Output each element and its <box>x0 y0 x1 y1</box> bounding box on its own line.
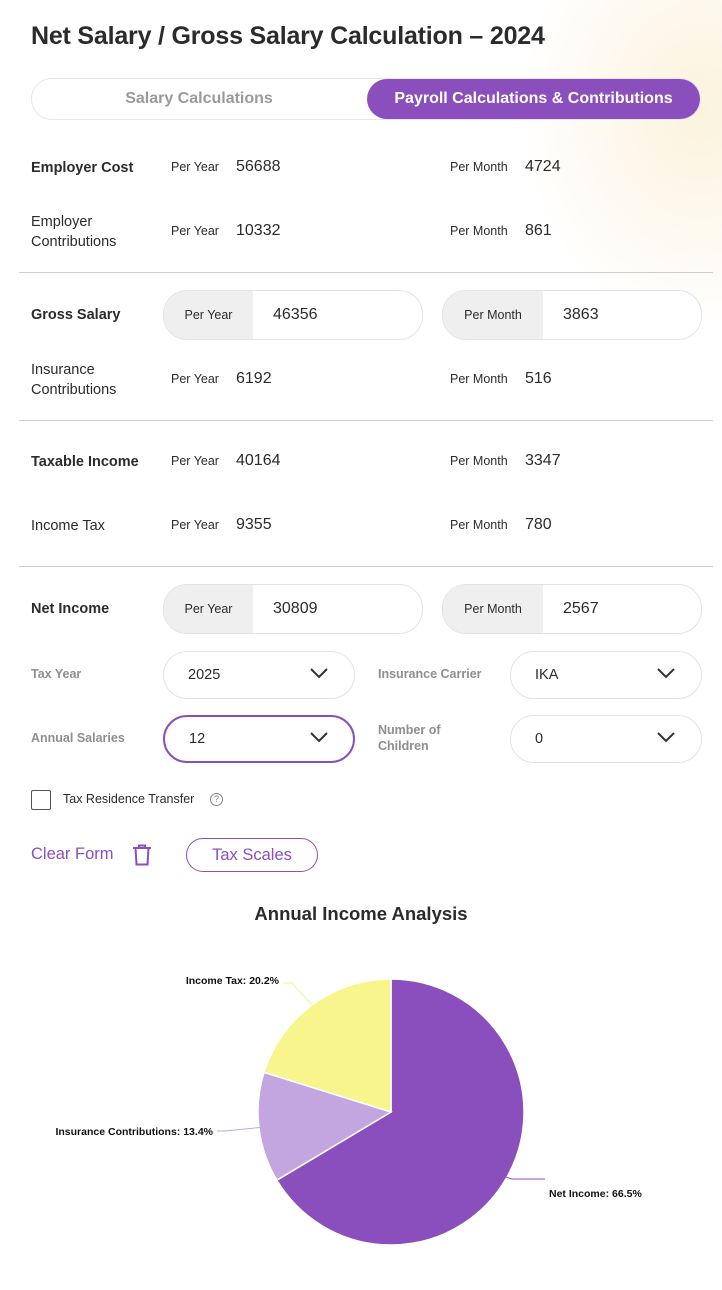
page-title: Net Salary / Gross Salary Calculation – … <box>31 22 545 50</box>
tab-payroll-calculations[interactable]: Payroll Calculations & Contributions <box>367 79 700 119</box>
employer-cost-label: Employer Cost <box>31 160 134 176</box>
insurance-carrier-select[interactable]: IKA <box>510 651 702 699</box>
pie-leader-line <box>283 982 314 1007</box>
employer-cost-year-value: 56688 <box>236 158 281 175</box>
insurance-contributions-label-line2: Contributions <box>31 382 117 398</box>
insurance-carrier-value: IKA <box>535 667 559 683</box>
number-of-children-label: Number of Children <box>378 722 441 754</box>
insurance-contributions-year-label: Per Year <box>171 372 219 386</box>
insurance-contributions-year-value: 6192 <box>236 370 272 387</box>
gross-salary-month-field[interactable]: Per Month 3863 <box>442 290 702 340</box>
tax-year-select[interactable]: 2025 <box>163 651 355 699</box>
gross-salary-year-label: Per Year <box>164 291 253 339</box>
number-of-children-label-line2: Children <box>378 739 429 753</box>
gross-salary-month-label: Per Month <box>443 291 543 339</box>
taxable-income-year-label: Per Year <box>171 454 219 468</box>
insurance-contributions-month-label: Per Month <box>450 372 508 386</box>
employer-contributions-year-label: Per Year <box>171 224 219 238</box>
section-divider <box>19 272 713 273</box>
chevron-down-icon <box>310 732 328 743</box>
chevron-down-icon <box>657 732 675 743</box>
gross-salary-year-field[interactable]: Per Year 46356 <box>163 290 423 340</box>
tax-year-label: Tax Year <box>31 667 82 681</box>
income-tax-year-value: 9355 <box>236 516 272 533</box>
pie-leader-line <box>504 1176 545 1180</box>
insurance-carrier-label: Insurance Carrier <box>378 667 482 681</box>
gross-salary-month-value[interactable]: 3863 <box>563 291 599 339</box>
tax-residence-checkbox[interactable] <box>31 790 51 810</box>
employer-contributions-year-value: 10332 <box>236 222 281 239</box>
net-income-month-label: Per Month <box>443 585 543 633</box>
clear-form-button[interactable]: Clear Form <box>31 845 114 864</box>
tab-bar: Salary Calculations Payroll Calculations… <box>31 78 701 120</box>
gross-salary-label: Gross Salary <box>31 307 121 323</box>
taxable-income-year-value: 40164 <box>236 452 281 469</box>
section-divider <box>19 566 713 567</box>
pie-slice-label: Insurance Contributions: 13.4% <box>55 1126 213 1138</box>
trash-icon[interactable] <box>132 844 152 866</box>
chart-title: Annual Income Analysis <box>254 903 468 924</box>
net-income-month-value[interactable]: 2567 <box>563 585 599 633</box>
number-of-children-value: 0 <box>535 731 544 747</box>
annual-salaries-label: Annual Salaries <box>31 731 125 745</box>
section-divider <box>19 420 713 421</box>
annual-salaries-value: 12 <box>189 731 206 747</box>
help-icon[interactable]: ? <box>210 793 223 806</box>
employer-contributions-label-line2: Contributions <box>31 234 117 250</box>
annual-salaries-select[interactable]: 12 <box>163 715 355 763</box>
insurance-contributions-label: Insurance Contributions <box>31 360 116 400</box>
income-tax-label: Income Tax <box>31 518 105 534</box>
insurance-contributions-month-value: 516 <box>525 370 552 387</box>
chevron-down-icon <box>310 668 328 679</box>
employer-contributions-label-line1: Employer <box>31 214 93 230</box>
income-pie-chart: Net Income: 66.5% Insurance Contributions… <box>55 975 642 1246</box>
employer-contributions-label: Employer Contributions <box>31 212 116 252</box>
net-income-year-field[interactable]: Per Year 30809 <box>163 584 423 634</box>
taxable-income-month-label: Per Month <box>450 454 508 468</box>
income-tax-month-label: Per Month <box>450 518 508 532</box>
pie-slice-label: Net Income: 66.5% <box>549 1188 642 1200</box>
pie-leader-line <box>217 1126 261 1132</box>
employer-cost-month-value: 4724 <box>525 158 561 175</box>
employer-cost-year-label: Per Year <box>171 160 219 174</box>
tax-scales-button[interactable]: Tax Scales <box>186 838 318 872</box>
net-income-year-value[interactable]: 30809 <box>273 585 318 633</box>
employer-contributions-month-value: 861 <box>525 222 552 239</box>
income-tax-month-value: 780 <box>525 516 552 533</box>
tab-salary-calculations[interactable]: Salary Calculations <box>32 79 366 119</box>
chevron-down-icon <box>657 668 675 679</box>
number-of-children-select[interactable]: 0 <box>510 715 702 763</box>
income-tax-year-label: Per Year <box>171 518 219 532</box>
employer-contributions-month-label: Per Month <box>450 224 508 238</box>
taxable-income-month-value: 3347 <box>525 452 561 469</box>
tax-residence-label: Tax Residence Transfer <box>63 792 195 806</box>
gross-salary-year-value[interactable]: 46356 <box>273 291 318 339</box>
insurance-contributions-label-line1: Insurance <box>31 362 95 378</box>
taxable-income-label: Taxable Income <box>31 454 139 470</box>
net-income-year-label: Per Year <box>164 585 253 633</box>
employer-cost-month-label: Per Month <box>450 160 508 174</box>
number-of-children-label-line1: Number of <box>378 723 441 737</box>
net-income-month-field[interactable]: Per Month 2567 <box>442 584 702 634</box>
pie-slice-label: Income Tax: 20.2% <box>186 975 280 987</box>
net-income-label: Net Income <box>31 601 110 617</box>
tax-year-value: 2025 <box>188 667 221 683</box>
